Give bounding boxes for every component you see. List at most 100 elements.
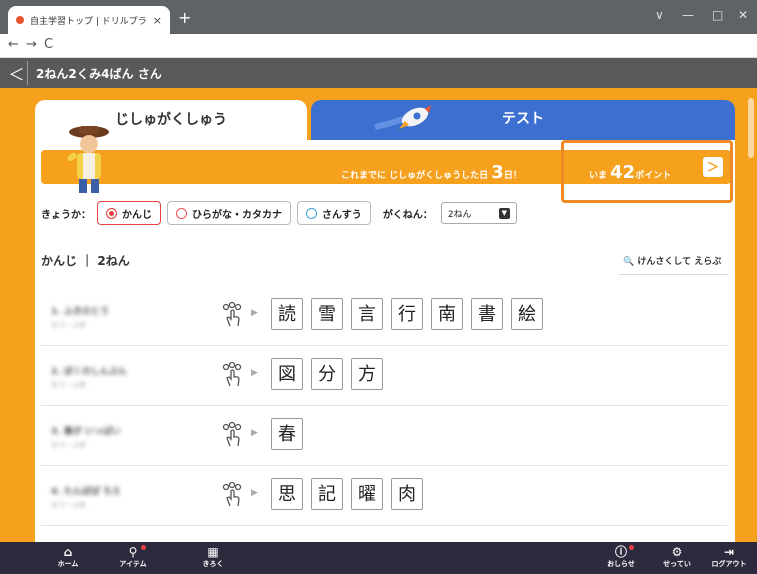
user-name: 2ねん2くみ4ばん さん <box>36 66 162 81</box>
play-icon: ▶ <box>251 308 258 318</box>
kanji-card[interactable]: 曜 <box>351 478 383 510</box>
nav-logout-label: ログアウト <box>711 560 747 568</box>
logout-icon: ⇥ <box>723 545 735 559</box>
kanji-card[interactable]: 分 <box>311 358 343 390</box>
nav-home-label: ホーム <box>57 560 79 568</box>
nav-notice[interactable]: ⓘ おしらせ <box>596 545 646 569</box>
kanji-list: 読雪言行南書絵 <box>271 298 551 330</box>
nav-logout[interactable]: ⇥ ログアウト <box>704 545 754 569</box>
subject-kana-button[interactable]: ひらがな・カタカナ <box>167 201 291 225</box>
kanji-card[interactable]: 記 <box>311 478 343 510</box>
tap-icon[interactable] <box>221 301 243 328</box>
address-bar: ← → C <box>0 34 757 58</box>
gear-icon: ⚙ <box>671 545 683 559</box>
lesson-row[interactable]: 2. ぼくのしんぶん なつ・ふゆ ▶ 図分方 <box>41 346 727 406</box>
nav-home[interactable]: ⌂ ホーム <box>43 545 93 569</box>
nav-settings-label: せってい <box>663 560 691 568</box>
maximize-icon[interactable]: □ <box>712 8 723 22</box>
nav-item[interactable]: ⚲ アイテム <box>108 545 158 569</box>
app-header: ＜ 2ねん2くみ4ばん さん <box>0 58 757 88</box>
back-icon[interactable]: ＜ <box>6 61 28 85</box>
lesson-row[interactable]: 4. たんぽぽ ちえ なつ・ふゆ ▶ 思記曜肉 <box>41 466 727 526</box>
study-days-unit: 日！ <box>503 171 522 181</box>
browser-tab[interactable]: 自主学習トップ | ドリルプラネット | × <box>8 6 170 34</box>
grade-label: がくねん： <box>382 209 433 221</box>
kanji-card[interactable]: 図 <box>271 358 303 390</box>
lesson-title: 1. ふきのとう <box>51 307 109 317</box>
divider <box>619 274 729 275</box>
kanji-card[interactable]: 絵 <box>511 298 543 330</box>
lesson-title: 4. たんぽぽ ちえ <box>51 487 121 497</box>
home-icon: ⌂ <box>63 545 73 559</box>
tap-icon[interactable] <box>221 361 243 388</box>
tab-close-icon[interactable]: × <box>153 14 162 27</box>
tap-icon[interactable] <box>221 421 243 448</box>
info-icon: ⓘ <box>614 545 627 559</box>
reload-icon[interactable]: C <box>44 37 53 52</box>
scrollbar-thumb[interactable] <box>748 98 754 158</box>
dropdown-icon: ▼ <box>498 207 510 219</box>
kanji-card[interactable]: 方 <box>351 358 383 390</box>
subject-math-button[interactable]: さんすう <box>297 201 371 225</box>
kanji-card[interactable]: 雪 <box>311 298 343 330</box>
notification-dot <box>629 545 634 550</box>
grade-select[interactable]: 2ねん ▼ <box>440 202 517 224</box>
magnifier-icon: 🔍 <box>623 257 635 267</box>
search-select-label: けんさくして えらぶ <box>637 257 722 267</box>
grade-value: 2ねん <box>447 209 472 220</box>
bottom-nav: ⌂ ホーム ⚲ アイテム ▦ きろく ⓘ おしらせ ⚙ せってい ⇥ ログアウト <box>0 542 757 574</box>
window-close-icon[interactable]: ✕ <box>738 8 748 22</box>
kanji-card[interactable]: 春 <box>271 418 303 450</box>
subject-kanji-button[interactable]: かんじ <box>97 201 161 225</box>
tab-self-study-label: じしゅがくしゅう <box>115 112 227 128</box>
new-tab-icon[interactable]: + <box>178 8 191 27</box>
nav-settings[interactable]: ⚙ せってい <box>652 545 702 569</box>
lesson-row[interactable]: 1. ふきのとう なつ・ふゆ ▶ 読雪言行南書絵 <box>41 286 727 346</box>
lesson-sub: なつ・ふゆ <box>51 501 86 509</box>
kanji-list: 春 <box>271 418 311 450</box>
radio-selected-icon <box>106 207 117 219</box>
radio-icon <box>306 207 317 219</box>
nav-item-label: アイテム <box>119 560 147 568</box>
play-icon: ▶ <box>251 428 258 438</box>
tab-test-label: テスト <box>502 111 544 127</box>
kanji-card[interactable]: 思 <box>271 478 303 510</box>
item-icon: ⚲ <box>128 545 138 559</box>
tab-search-icon[interactable]: ∨ <box>655 8 664 22</box>
kanji-card[interactable]: 肉 <box>391 478 423 510</box>
calendar-icon: ▦ <box>207 545 219 559</box>
subject-kanji-label: かんじ <box>122 209 152 221</box>
notification-dot <box>141 545 146 550</box>
kanji-card[interactable]: 南 <box>431 298 463 330</box>
back-arrow-icon[interactable]: ← <box>8 37 19 52</box>
study-days-prefix: これまでに じしゅがくしゅうした日 <box>341 171 489 181</box>
mascot-character-icon <box>67 126 109 193</box>
mode-tabs: じしゅがくしゅう テスト <box>35 100 735 193</box>
subject-math-label: さんすう <box>322 209 362 221</box>
lesson-sub: なつ・ふゆ <box>51 321 86 329</box>
favicon-icon <box>16 16 24 24</box>
lesson-row[interactable]: 3. 春が いっぱい なつ・ふゆ ▶ 春 <box>41 406 727 466</box>
tap-icon[interactable] <box>221 481 243 508</box>
lesson-title: 2. ぼくのしんぶん <box>51 367 127 377</box>
highlight-box <box>561 140 733 203</box>
search-select-link[interactable]: 🔍 けんさくして えらぶ <box>623 254 721 267</box>
kanji-card[interactable]: 行 <box>391 298 423 330</box>
kanji-card[interactable]: 書 <box>471 298 503 330</box>
nav-notice-label: おしらせ <box>607 560 635 568</box>
forward-arrow-icon[interactable]: → <box>26 37 37 52</box>
lesson-title: 3. 春が いっぱい <box>51 427 121 437</box>
lesson-meta: 1. ふきのとう なつ・ふゆ <box>51 304 171 330</box>
minimize-icon[interactable]: — <box>682 8 694 22</box>
nav-record[interactable]: ▦ きろく <box>188 545 238 569</box>
tab-test[interactable]: テスト <box>311 100 735 140</box>
study-days-text: これまでに じしゅがくしゅうした日 3日！ <box>341 162 522 183</box>
lesson-meta: 3. 春が いっぱい なつ・ふゆ <box>51 424 171 450</box>
kanji-card[interactable]: 読 <box>271 298 303 330</box>
nav-record-label: きろく <box>202 560 224 568</box>
scrollbar[interactable] <box>745 88 757 542</box>
kanji-card[interactable]: 言 <box>351 298 383 330</box>
subject-kana-label: ひらがな・カタカナ <box>192 209 282 221</box>
filter-row: きょうか： かんじ ひらがな・カタカナ さんすう がくねん： 2ねん ▼ <box>41 200 517 226</box>
subject-label: きょうか： <box>41 209 91 221</box>
